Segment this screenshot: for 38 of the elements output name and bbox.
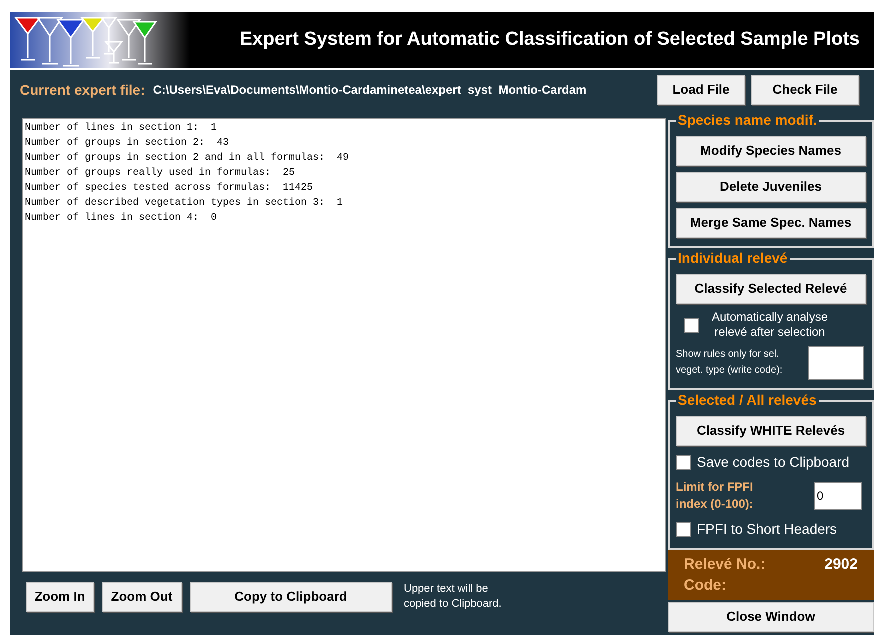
app-title: Expert System for Automatic Classification of Selected Sample Plots bbox=[238, 28, 861, 52]
releve-number: 2902 bbox=[824, 555, 858, 575]
species-button[interactable]: Modify Species Names bbox=[676, 136, 866, 166]
output-line: Number of groups in section 2: 43 bbox=[25, 136, 230, 151]
classify-releve-button[interactable]: Classify Selected Relevé bbox=[676, 274, 866, 304]
checkbox[interactable] bbox=[676, 522, 691, 537]
checkbox-label: Automatically analyse relevé after selection bbox=[710, 310, 830, 340]
toolbar-button[interactable]: Zoom In bbox=[26, 582, 94, 612]
group-title: Species name modif. bbox=[676, 112, 820, 128]
output-line: Number of described vegetation types in section 3: 1 bbox=[25, 196, 344, 211]
code-label: Code: bbox=[684, 576, 726, 596]
field-label: Limit for FPFI index (0-100): bbox=[676, 479, 754, 513]
file-button[interactable]: Check File bbox=[751, 75, 860, 105]
file-path: C:\Users\Eva\Documents\Montio-Cardaminetea\expert_syst_Montio-Cardam bbox=[153, 82, 588, 99]
output-line: Number of species tested across formulas: 11425 bbox=[25, 182, 314, 196]
toolbar-button[interactable]: Zoom Out bbox=[102, 582, 182, 612]
limit-input-field[interactable]: 0 bbox=[814, 482, 862, 510]
clipboard-note: Upper text will be copied to Clipboard. bbox=[404, 582, 503, 612]
group-title: Individual relevé bbox=[676, 250, 790, 266]
output-line: Number of lines in section 1: 1 bbox=[25, 122, 218, 136]
code-input-field[interactable] bbox=[808, 346, 864, 380]
checkbox-label: FPFI to Short Headers bbox=[697, 520, 838, 539]
classify-releves-button[interactable]: Classify WHITE Relevés bbox=[676, 416, 866, 446]
checkbox[interactable] bbox=[684, 318, 699, 332]
output-line: Number of groups in section 2 and in all formulas: 49 bbox=[25, 152, 350, 166]
output-line: Number of groups really used in formulas: 25 bbox=[25, 166, 296, 181]
field-label: Show rules only for sel. veget. type (write code): bbox=[676, 348, 784, 378]
file-button[interactable]: Load File bbox=[657, 75, 746, 105]
group-title: Selected / All relevés bbox=[676, 392, 819, 408]
releve-label: Relevé No.: bbox=[684, 555, 766, 575]
checkbox[interactable] bbox=[676, 455, 691, 470]
toolbar-button[interactable]: Copy to Clipboard bbox=[190, 582, 392, 612]
checkbox-label: Save codes to Clipboard bbox=[697, 453, 850, 472]
output-line: Number of lines in section 4: 0 bbox=[25, 212, 218, 226]
species-button[interactable]: Merge Same Spec. Names bbox=[676, 208, 866, 238]
file-label: Current expert file: bbox=[20, 80, 146, 100]
species-button[interactable]: Delete Juveniles bbox=[676, 172, 866, 202]
close-window-button[interactable]: Close Window bbox=[668, 602, 874, 632]
